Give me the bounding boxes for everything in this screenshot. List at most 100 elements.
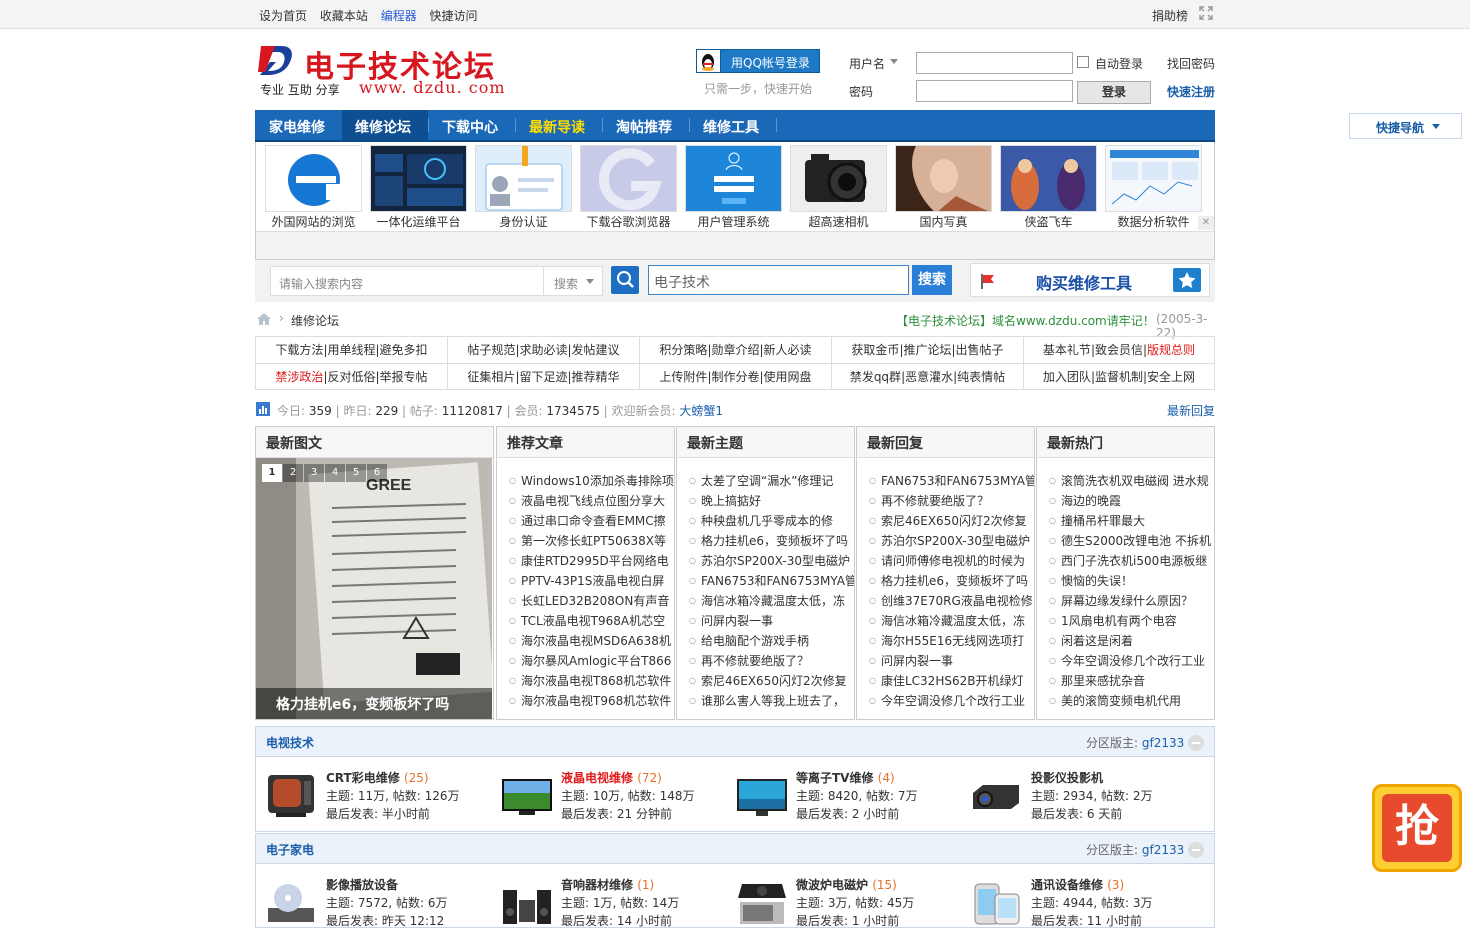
slider-page[interactable]: 1 [262,464,282,482]
list-item[interactable]: 海边的晚霞 [1049,491,1214,511]
login-button[interactable]: 登录 [1077,81,1151,104]
nav-item-repair-tools[interactable]: 维修工具 [703,117,759,137]
rule-cell[interactable]: 获取金币|推广论坛|出售帖子 [832,337,1024,363]
slider-page[interactable]: 2 [283,464,303,482]
qq-login-button[interactable]: 用QQ帐号登录 [696,49,820,73]
set-homepage-link[interactable]: 设为首页 [259,9,307,23]
rule-cell[interactable]: 基本礼节|致会员信|版规总则 [1024,337,1214,363]
programmer-link[interactable]: 编程器 [381,9,417,23]
ad-tile[interactable]: 外国网站的浏览 [265,145,362,231]
list-item[interactable]: 屏幕边缘发绿什么原因？ [1049,591,1214,611]
newest-member-link[interactable]: 大螃蟹1 [679,404,723,418]
list-item[interactable]: Windows10添加杀毒排除项 [509,471,674,491]
nav-item-repair-forum[interactable]: 维修论坛 [355,117,411,137]
list-item[interactable]: TCL液晶电视T968A机芯空 [509,611,674,631]
list-item[interactable]: 闲着这是闲着 [1049,631,1214,651]
list-item[interactable]: FAN6753和FAN6753MYA管 [689,571,854,591]
ad-tile[interactable]: 身份认证 [475,145,572,231]
list-item[interactable]: 撞桶吊杆罪最大 [1049,511,1214,531]
list-item[interactable]: 海尔H55E16无线网选项打 [869,631,1034,651]
rule-cell[interactable]: 下载方法|用单线程|避免多扣 [256,337,448,363]
list-item[interactable]: 滚筒洗衣机双电磁阀 进水规 [1049,471,1214,491]
rule-cell[interactable]: 征集相片|留下足迹|推荐精华 [448,364,640,390]
list-item[interactable]: 给电脑配个游戏手柄 [689,631,854,651]
board-name[interactable]: 等离子TV维修 [796,771,873,785]
quick-nav-button[interactable]: 快捷导航 [1349,113,1462,139]
ad-tile[interactable]: 用户管理系统 [685,145,782,231]
slider-caption[interactable]: 格力挂机e6，变频板坏了吗 [256,688,492,719]
buy-tools-banner[interactable]: 购买维修工具 [970,263,1210,297]
username-input[interactable] [916,52,1073,74]
board-item[interactable]: 等离子TV维修 (4) 主题: 8420, 帖数: 7万 最后发表: 2 小时前 [736,769,966,829]
board-item[interactable]: 微波炉电磁炉 (15) 主题: 3万, 帖数: 45万 最后发表: 1 小时前 [736,876,966,936]
board-name[interactable]: 通讯设备维修 [1031,878,1103,892]
list-item[interactable]: 问屏内裂一事 [869,651,1034,671]
list-item[interactable]: 第一次修长虹PT50638X等 [509,531,674,551]
close-ad-icon[interactable]: ✕ [1198,216,1214,230]
list-item[interactable]: 海尔液晶电视T968机芯软件 [509,691,674,711]
rule-cell[interactable]: 禁涉政治|反对低俗|举报专帖 [256,364,448,390]
list-item[interactable]: 海尔暴风Amlogic平台T866 [509,651,674,671]
list-item[interactable]: 1风扇电机有两个电容 [1049,611,1214,631]
list-item[interactable]: 问屏内裂一事 [689,611,854,631]
logo-icon[interactable] [258,42,296,78]
board-item[interactable]: 影像播放设备 主题: 7572, 帖数: 6万 最后发表: 昨天 12:12 [266,876,496,936]
list-item[interactable]: 苏泊尔SP200X-30型电磁炉 [869,531,1034,551]
list-item[interactable]: 今年空调没修几个改行工业 [1049,651,1214,671]
list-item[interactable]: 康佳RTD2995D平台网络电 [509,551,674,571]
list-item[interactable]: 海信冰箱冷藏温度太低，冻 [869,611,1034,631]
breadcrumb-current[interactable]: 维修论坛 [291,312,339,329]
list-item[interactable]: 海信冰箱冷藏温度太低，冻 [689,591,854,611]
tech-search-button[interactable]: 搜索 [912,265,952,295]
list-item[interactable]: 苏泊尔SP200X-30型电磁炉 [689,551,854,571]
ad-tile[interactable]: 数据分析软件 [1105,145,1202,231]
list-item[interactable]: 种秧盘机几乎零成本的修 [689,511,854,531]
list-item[interactable]: 今年空调没修几个改行工业 [869,691,1034,711]
list-item[interactable]: 格力挂机e6，变频板坏了吗 [689,531,854,551]
list-item[interactable]: 西门子洗衣机i500电源板继 [1049,551,1214,571]
board-item[interactable]: 音响器材维修 (1) 主题: 1万, 帖数: 14万 最后发表: 14 小时前 [501,876,731,936]
list-item[interactable]: 索尼46EX650闪灯2次修复 [689,671,854,691]
register-link[interactable]: 快速注册 [1167,83,1215,100]
donation-link[interactable]: 捐助榜 [1152,7,1188,24]
board-item[interactable]: 液晶电视维修 (72) 主题: 10万, 帖数: 148万 最后发表: 21 分… [501,769,731,829]
list-item[interactable]: 创维37E70RG液晶电视检修 [869,591,1034,611]
list-item[interactable]: 再不修就要绝版了？ [869,491,1034,511]
ad-tile[interactable]: 一体化运维平台 [370,145,467,231]
site-search-input[interactable]: 请输入搜索内容 搜索 [270,266,603,296]
nav-item-latest-guide[interactable]: 最新导读 [529,117,585,137]
search-icon[interactable] [611,266,639,294]
image-slider[interactable]: GREE 123456 格力挂机e6，变频板坏了吗 [256,458,492,719]
list-item[interactable]: 德生S2000改锂电池 不拆机 [1049,531,1214,551]
password-input[interactable] [916,80,1073,102]
nav-item-download[interactable]: 下载中心 [442,117,498,137]
list-item[interactable]: 康佳LC32HS62B开机绿灯 [869,671,1034,691]
nav-item-appliance-repair[interactable]: 家电维修 [269,117,325,137]
slider-page[interactable]: 3 [304,464,324,482]
slider-page[interactable]: 5 [346,464,366,482]
board-name[interactable]: 音响器材维修 [561,878,633,892]
tech-search-input[interactable]: 电子技术 [648,265,909,295]
ad-tile[interactable]: 超高速相机 [790,145,887,231]
home-icon[interactable] [256,312,272,326]
slider-page[interactable]: 6 [367,464,387,482]
list-item[interactable]: 格力挂机e6，变频板坏了吗 [869,571,1034,591]
nav-item-recommended[interactable]: 淘帖推荐 [616,117,672,137]
list-item[interactable]: 太差了空调“漏水”修理记 [689,471,854,491]
board-item[interactable]: CRT彩电维修 (25) 主题: 11万, 帖数: 126万 最后发表: 半小时… [266,769,496,829]
rule-cell[interactable]: 加入团队|监督机制|安全上网 [1024,364,1214,390]
section-title[interactable]: 电子家电 [266,841,314,858]
rule-cell[interactable]: 积分策略|勋章介绍|新人必读 [640,337,832,363]
rule-cell[interactable]: 上传附件|制作分卷|使用网盘 [640,364,832,390]
list-item[interactable]: 美的滚筒变频电机代用 [1049,691,1214,711]
star-bookmark-icon[interactable] [1173,268,1201,292]
list-item[interactable]: 索尼46EX650闪灯2次修复 [869,511,1034,531]
list-item[interactable]: 那里来感扰杂音 [1049,671,1214,691]
collapse-icon[interactable] [1188,735,1204,751]
board-name[interactable]: 投影仪投影机 [1031,771,1103,785]
list-item[interactable]: 长虹LED32B208ON有声音 [509,591,674,611]
grab-float-button[interactable]: 抢 [1372,784,1462,872]
list-item[interactable]: 海尔液晶电视MSD6A638机 [509,631,674,651]
list-item[interactable]: 液晶电视飞线点位图分享大 [509,491,674,511]
fullscreen-icon[interactable] [1199,6,1213,20]
